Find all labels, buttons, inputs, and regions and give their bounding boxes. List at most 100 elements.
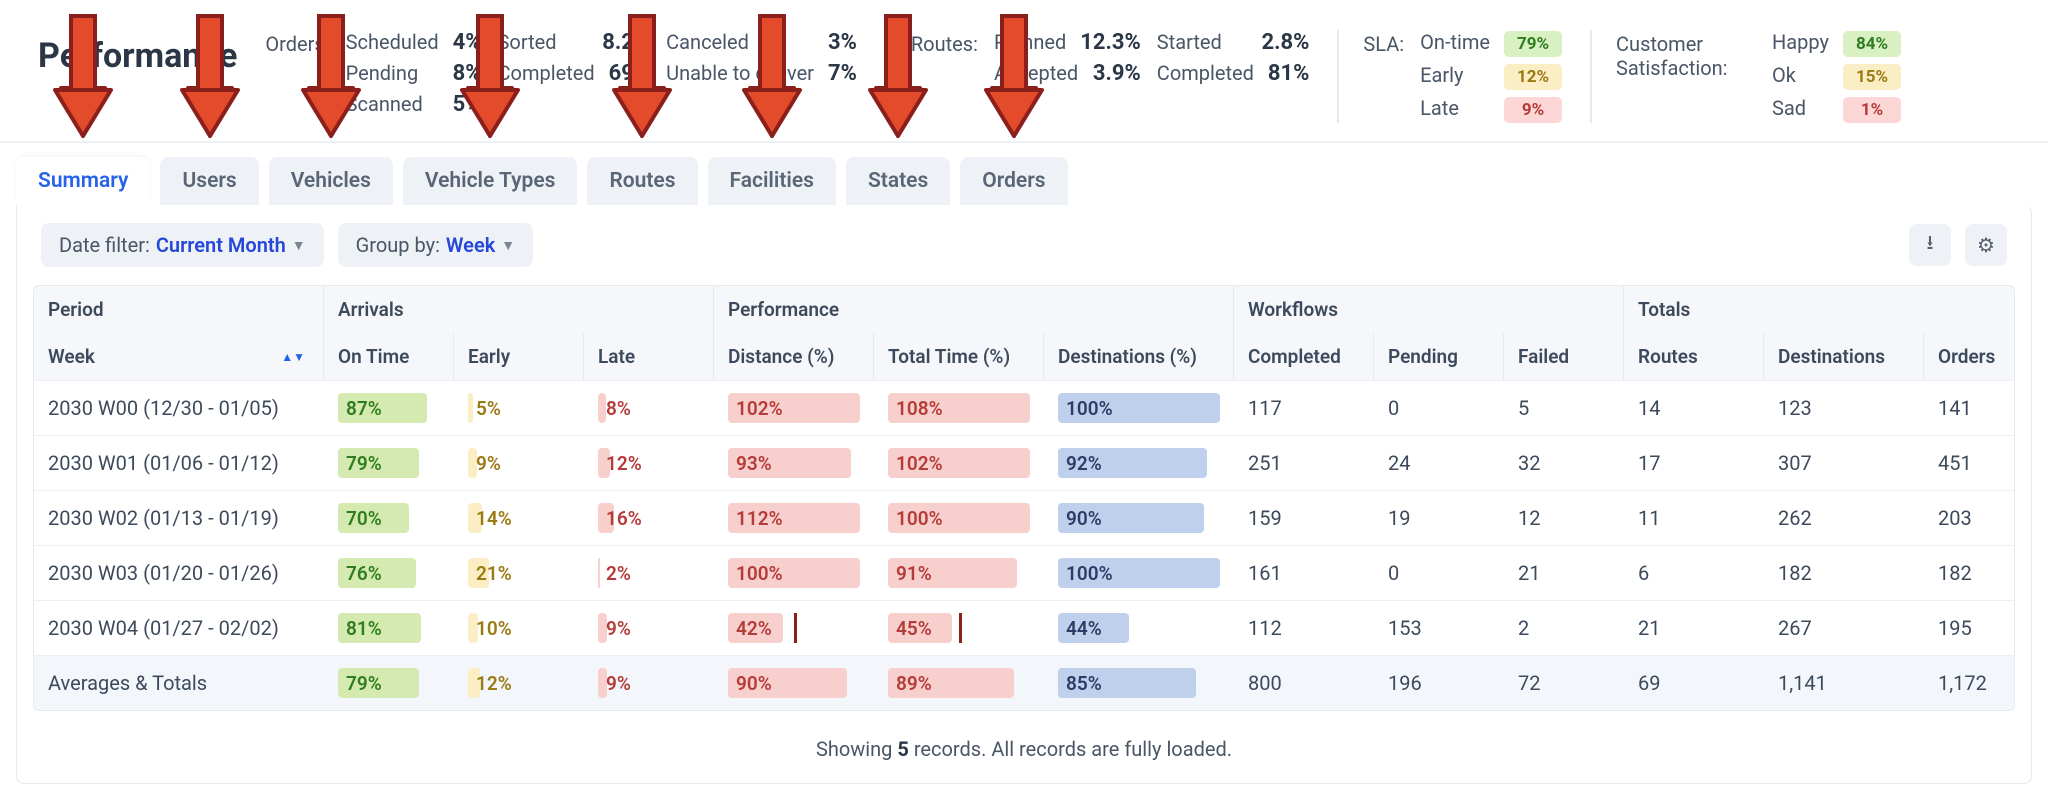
- tab-summary[interactable]: Summary: [16, 157, 150, 205]
- col-distance[interactable]: Distance (%): [714, 333, 874, 380]
- table-cell: 196: [1374, 659, 1504, 707]
- table-cell: 1,141: [1764, 659, 1924, 707]
- toolbar: Date filter: Current Month ▼ Group by: W…: [17, 205, 2031, 285]
- table-cell: 251: [1234, 439, 1374, 487]
- tab-states[interactable]: States: [846, 157, 950, 205]
- table-cell: 42%: [714, 601, 874, 655]
- kpi-orders: Orders: Scheduled4% Pending8% Scanned5% …: [265, 30, 856, 117]
- table-cell: 19: [1374, 494, 1504, 542]
- table-row: 2030 W03 (01/20 - 01/26) 76% 21% 2% 100%…: [34, 545, 2014, 600]
- table-cell: 21%: [454, 546, 584, 600]
- page-title: Performance: [38, 30, 237, 76]
- table-cell: 108%: [874, 381, 1044, 435]
- table-cell: 5: [1504, 384, 1624, 432]
- summary-panel: Date filter: Current Month ▼ Group by: W…: [16, 205, 2032, 784]
- table-cell: 32: [1504, 439, 1624, 487]
- kpi-csat: Customer Satisfaction: Happy84% Ok15% Sa…: [1590, 30, 1901, 123]
- table-cell: 262: [1764, 494, 1924, 542]
- table-cell: 117: [1234, 384, 1374, 432]
- table-cell: 182: [1764, 549, 1924, 597]
- kpi-sla: SLA: On-time79% Early12% Late9%: [1337, 30, 1562, 123]
- table-cell: 92%: [1044, 436, 1234, 490]
- table-cell: 112: [1234, 604, 1374, 652]
- table-cell: 100%: [1044, 546, 1234, 600]
- table-cell: 2030 W01 (01/06 - 01/12): [34, 439, 324, 487]
- table-cell: 21: [1624, 604, 1764, 652]
- tab-users[interactable]: Users: [160, 157, 258, 205]
- table-cell: 102%: [714, 381, 874, 435]
- table-cell: 2030 W04 (01/27 - 02/02): [34, 604, 324, 652]
- table-cell: 203: [1924, 494, 2015, 542]
- col-ontime[interactable]: On Time: [324, 333, 454, 380]
- table-cell: 100%: [1044, 381, 1234, 435]
- table-cell: 2030 W00 (12/30 - 01/05): [34, 384, 324, 432]
- table-cell: 102%: [874, 436, 1044, 490]
- performance-page: Performance Orders: Scheduled4% Pending8…: [0, 0, 2048, 796]
- table-cell: 11: [1624, 494, 1764, 542]
- table-cell: 100%: [874, 491, 1044, 545]
- table-cell: Averages & Totals: [34, 659, 324, 707]
- table-cell: 45%: [874, 601, 1044, 655]
- col-orders[interactable]: Orders: [1924, 333, 2015, 380]
- table-cell: 0: [1374, 549, 1504, 597]
- group-by-dropdown[interactable]: Group by: Week ▼: [338, 223, 533, 267]
- table-cell: 5%: [454, 381, 584, 435]
- tab-vehicle-types[interactable]: Vehicle Types: [403, 157, 578, 205]
- tab-vehicles[interactable]: Vehicles: [269, 157, 393, 205]
- table-cell: 153: [1374, 604, 1504, 652]
- tab-orders[interactable]: Orders: [960, 157, 1067, 205]
- table-cell: 16%: [584, 491, 714, 545]
- table-row: 2030 W00 (12/30 - 01/05) 87% 5% 8% 102% …: [34, 380, 2014, 435]
- col-destinations-pct[interactable]: Destinations (%): [1044, 333, 1234, 380]
- table-cell: 2030 W03 (01/20 - 01/26): [34, 549, 324, 597]
- table-header-cols: Week▲▼ On Time Early Late Distance (%) T…: [34, 333, 2014, 380]
- date-filter-dropdown[interactable]: Date filter: Current Month ▼: [41, 223, 324, 267]
- table-cell: 161: [1234, 549, 1374, 597]
- download-icon: ⭳: [1927, 228, 1934, 262]
- table-cell: 123: [1764, 384, 1924, 432]
- table-cell: 69: [1624, 659, 1764, 707]
- kpi-sla-label: SLA:: [1363, 30, 1404, 56]
- col-failed[interactable]: Failed: [1504, 333, 1624, 380]
- table-cell: 85%: [1044, 656, 1234, 710]
- table-cell: 0: [1374, 384, 1504, 432]
- settings-button[interactable]: ⚙: [1965, 224, 2007, 266]
- table-cell: 112%: [714, 491, 874, 545]
- table-cell: 195: [1924, 604, 2015, 652]
- col-destinations[interactable]: Destinations: [1764, 333, 1924, 380]
- table-cell: 93%: [714, 436, 874, 490]
- table-cell: 90%: [1044, 491, 1234, 545]
- table-cell: 70%: [324, 491, 454, 545]
- gear-icon: ⚙: [1977, 233, 1995, 257]
- table-row: 2030 W02 (01/13 - 01/19) 70% 14% 16% 112…: [34, 490, 2014, 545]
- download-button[interactable]: ⭳: [1909, 224, 1951, 266]
- tab-routes[interactable]: Routes: [587, 157, 697, 205]
- table-row: 2030 W04 (01/27 - 02/02) 81% 10% 9% 42% …: [34, 600, 2014, 655]
- table-cell: 307: [1764, 439, 1924, 487]
- chevron-down-icon: ▼: [501, 237, 515, 254]
- table-cell: 2: [1504, 604, 1624, 652]
- tab-facilities[interactable]: Facilities: [708, 157, 836, 205]
- col-totaltime[interactable]: Total Time (%): [874, 333, 1044, 380]
- table-cell: 10%: [454, 601, 584, 655]
- table-footer: Showing 5 records. All records are fully…: [17, 721, 2031, 783]
- table-row: 2030 W01 (01/06 - 01/12) 79% 9% 12% 93% …: [34, 435, 2014, 490]
- col-routes[interactable]: Routes: [1624, 333, 1764, 380]
- kpi-header: Performance Orders: Scheduled4% Pending8…: [0, 0, 2048, 143]
- table-cell: 159: [1234, 494, 1374, 542]
- kpi-routes-label: Routes:: [911, 30, 978, 56]
- table-cell: 267: [1764, 604, 1924, 652]
- col-early[interactable]: Early: [454, 333, 584, 380]
- table-cell: 76%: [324, 546, 454, 600]
- table-cell: 89%: [874, 656, 1044, 710]
- col-completed[interactable]: Completed: [1234, 333, 1374, 380]
- col-week[interactable]: Week▲▼: [34, 333, 324, 380]
- table-cell: 12%: [584, 436, 714, 490]
- kpi-routes: Routes: Planned12.3% Accepted3.9% Starte…: [885, 30, 1310, 86]
- table-cell: 2030 W02 (01/13 - 01/19): [34, 494, 324, 542]
- col-pending[interactable]: Pending: [1374, 333, 1504, 380]
- table-cell: 14: [1624, 384, 1764, 432]
- table-cell: 9%: [584, 601, 714, 655]
- col-late[interactable]: Late: [584, 333, 714, 380]
- table-cell: 17: [1624, 439, 1764, 487]
